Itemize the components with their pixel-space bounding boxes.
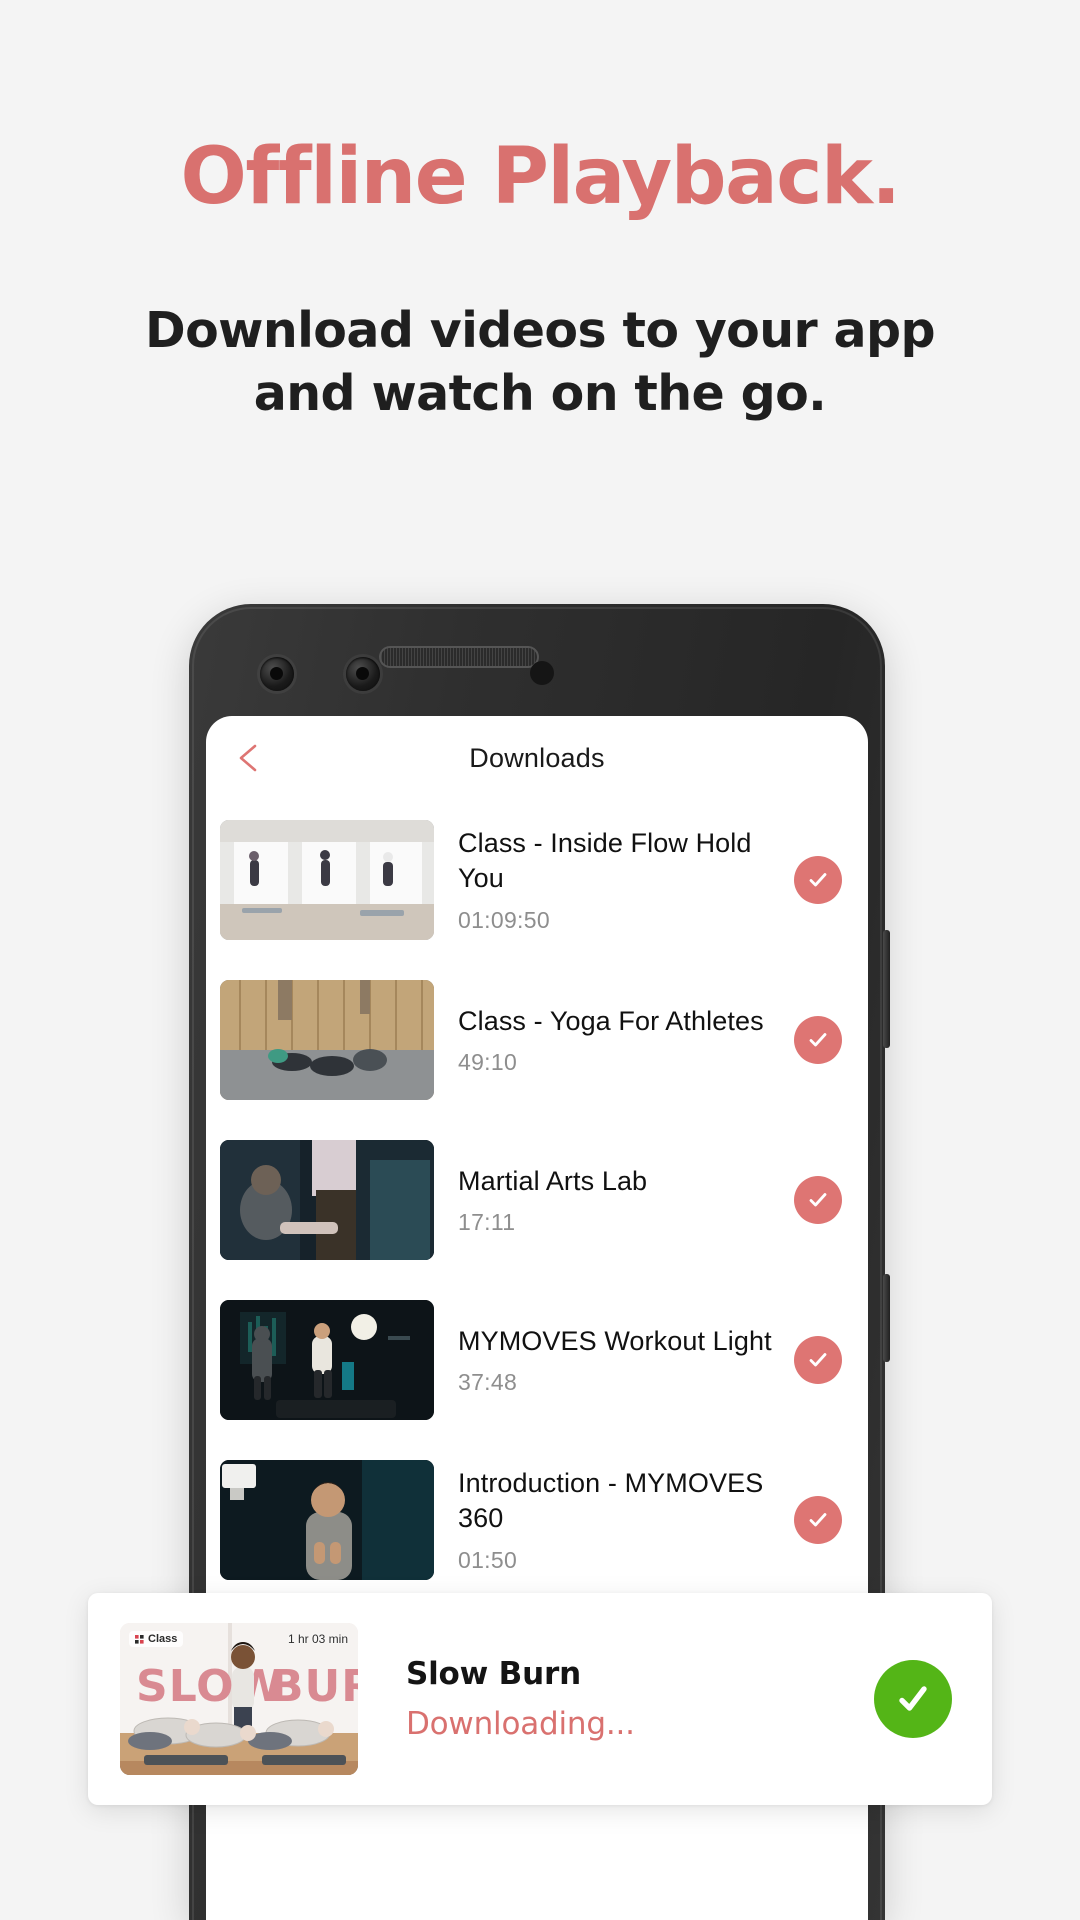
check-circle-icon[interactable] [794,1336,842,1384]
video-title: Introduction - MYMOVES 360 [458,1468,764,1533]
subtitle-line-1: Download videos to your app [145,302,936,359]
video-info: MYMOVES Workout Light 37:48 [434,1324,794,1397]
page-subtitle: Download videos to your app and watch on… [140,300,940,425]
video-title: Martial Arts Lab [458,1165,648,1196]
downloads-list: Class - Inside Flow Hold You 01:09:50 Cl… [206,800,868,1600]
back-arrow-icon[interactable] [229,737,271,779]
video-duration: 01:50 [458,1546,518,1573]
app-header: Downloads [206,716,868,800]
list-item[interactable]: Introduction - MYMOVES 360 01:50 [206,1440,868,1600]
svg-text:BURN: BURN [270,1661,358,1712]
check-circle-icon[interactable] [794,1016,842,1064]
list-item[interactable]: Martial Arts Lab 17:11 [206,1120,868,1280]
secondary-camera-icon [346,657,380,691]
check-circle-icon[interactable] [794,856,842,904]
video-thumbnail[interactable] [220,980,434,1100]
toast-info: Slow Burn Downloading... [358,1656,874,1742]
class-badge-label: Class [148,1633,178,1645]
app-title: Downloads [469,742,605,773]
check-circle-green-icon[interactable] [874,1660,952,1738]
download-toast-card[interactable]: SLOW BURN [88,1593,992,1805]
page-title: Offline Playback. [180,132,901,222]
toast-thumb-duration: 1 hr 03 min [287,1632,348,1646]
video-title: MYMOVES Workout Light [458,1325,772,1356]
video-duration: 37:48 [458,1369,518,1396]
video-duration: 17:11 [458,1209,516,1236]
class-badge: Class [129,1631,184,1647]
class-grid-icon [135,1634,144,1644]
video-thumbnail[interactable] [220,1140,434,1260]
toast-status: Downloading... [406,1706,635,1742]
list-item[interactable]: MYMOVES Workout Light 37:48 [206,1280,868,1440]
check-circle-icon[interactable] [794,1176,842,1224]
video-info: Class - Yoga For Athletes 49:10 [434,1004,794,1077]
volume-button[interactable] [883,1274,890,1362]
video-duration: 49:10 [458,1049,518,1076]
earpiece-speaker [379,646,539,668]
toast-title: Slow Burn [406,1656,581,1692]
list-item[interactable]: Class - Yoga For Athletes 49:10 [206,960,868,1120]
check-circle-icon[interactable] [794,1496,842,1544]
video-info: Introduction - MYMOVES 360 01:50 [434,1466,794,1573]
video-title: Class - Inside Flow Hold You [458,828,752,893]
proximity-sensor-icon [530,661,554,685]
svg-text:SLOW: SLOW [136,1661,284,1712]
video-title: Class - Yoga For Athletes [458,1005,764,1036]
front-camera-icon [260,657,294,691]
video-thumbnail[interactable] [220,1300,434,1420]
video-thumbnail[interactable] [220,1460,434,1580]
power-button[interactable] [883,930,890,1048]
video-thumbnail[interactable] [220,820,434,940]
toast-thumbnail[interactable]: SLOW BURN [120,1623,358,1775]
video-info: Martial Arts Lab 17:11 [434,1164,794,1237]
video-duration: 01:09:50 [458,906,550,933]
subtitle-line-2: and watch on the go. [253,364,827,422]
promo-screenshot: Offline Playback. Download videos to you… [0,0,1080,1920]
video-info: Class - Inside Flow Hold You 01:09:50 [434,826,794,933]
list-item[interactable]: Class - Inside Flow Hold You 01:09:50 [206,800,868,960]
